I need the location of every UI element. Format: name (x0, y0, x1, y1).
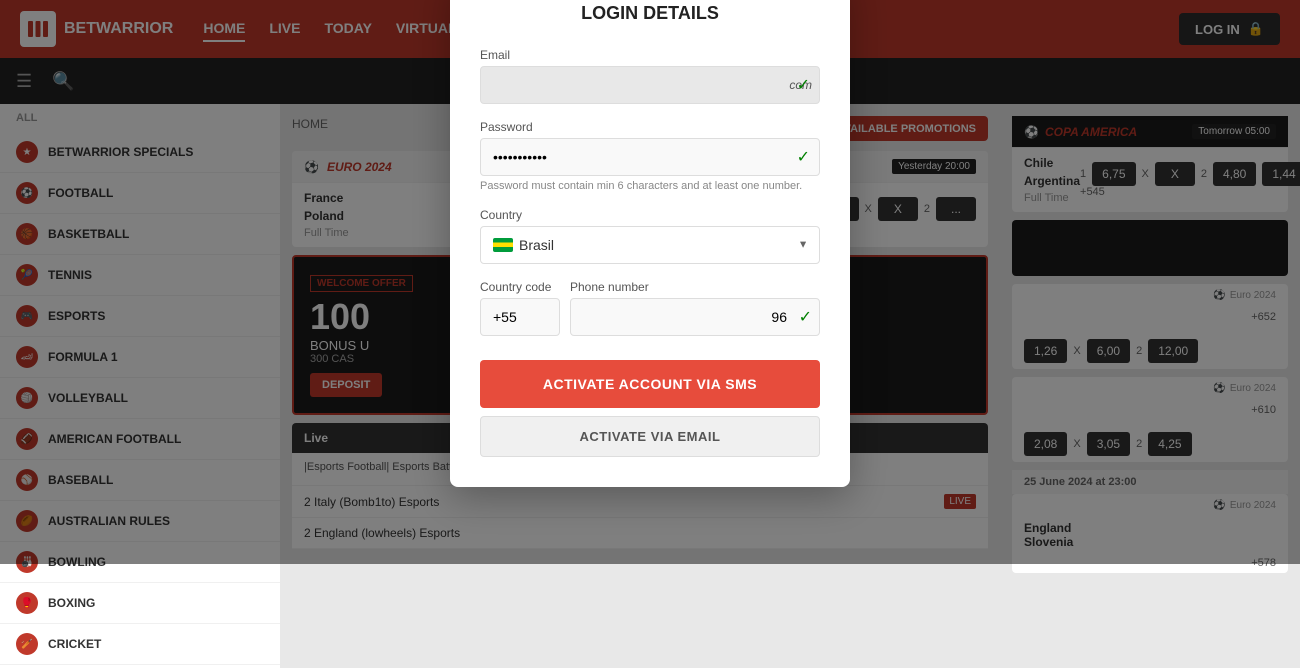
password-label: Password (480, 120, 820, 134)
activate-sms-button[interactable]: ACTIVATE ACCOUNT VIA SMS (480, 360, 820, 408)
sidebar-item-label: BOXING (48, 596, 95, 610)
phone-row: ✓ (480, 298, 820, 336)
phone-form-group: Country code Phone number ✓ (480, 280, 820, 336)
phone-labels: Country code Phone number (480, 280, 820, 294)
sidebar-item-boxing[interactable]: 🥊 BOXING (0, 583, 280, 624)
country-code-label: Country code (480, 280, 560, 294)
phone-number-input[interactable] (570, 298, 820, 336)
password-input-wrapper: ✓ (480, 138, 820, 176)
password-hint: Password must contain min 6 characters a… (480, 180, 820, 192)
brasil-flag-icon (493, 238, 513, 252)
email-form-group: Email com ✓ (480, 48, 820, 104)
boxing-icon: 🥊 (16, 592, 38, 614)
sidebar-item-cricket[interactable]: 🏏 CRICKET (0, 624, 280, 665)
modal-close-button[interactable]: ✕ (819, 0, 834, 6)
country-selector[interactable]: Brasil (480, 226, 820, 264)
email-input-wrapper: com ✓ (480, 66, 820, 104)
country-label: Country (480, 208, 820, 222)
country-code-input[interactable] (480, 298, 560, 336)
password-input[interactable] (480, 138, 820, 176)
modal-title: LOGIN DETAILS (480, 3, 820, 24)
email-input[interactable] (480, 66, 820, 104)
password-form-group: Password ✓ Password must contain min 6 c… (480, 120, 820, 192)
sidebar-item-label: CRICKET (48, 637, 101, 651)
country-value: Brasil (519, 237, 554, 253)
email-label: Email (480, 48, 820, 62)
cricket-icon: 🏏 (16, 633, 38, 655)
country-select-wrapper: Brasil ▼ (480, 226, 820, 264)
modal-overlay: LOGIN DETAILS ✕ Email com ✓ Password ✓ P… (0, 0, 1300, 564)
country-form-group: Country Brasil ▼ (480, 208, 820, 264)
login-details-modal: LOGIN DETAILS ✕ Email com ✓ Password ✓ P… (450, 0, 850, 487)
phone-check-icon: ✓ (799, 307, 812, 327)
phone-number-label: Phone number (570, 280, 820, 294)
email-check-icon: ✓ (797, 75, 810, 95)
password-check-icon: ✓ (797, 147, 810, 167)
activate-email-button[interactable]: ACTIVATE VIA EMAIL (480, 416, 820, 457)
phone-number-wrapper: ✓ (570, 298, 820, 336)
